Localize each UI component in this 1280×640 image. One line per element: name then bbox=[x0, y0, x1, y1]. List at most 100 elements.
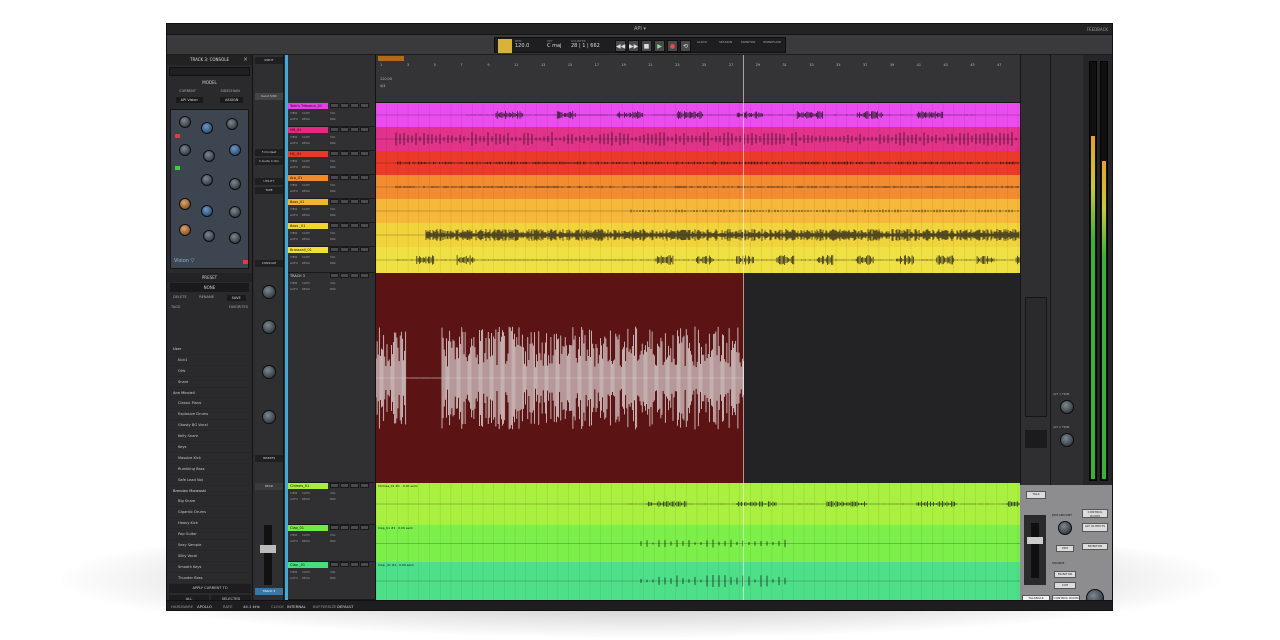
solo-button[interactable] bbox=[350, 127, 359, 132]
track-field-label[interactable]: READ bbox=[302, 213, 310, 217]
mute-button[interactable] bbox=[340, 483, 349, 488]
mute-button[interactable] bbox=[340, 562, 349, 567]
track-buttons[interactable] bbox=[330, 483, 375, 489]
track-field-label[interactable]: AUTO bbox=[290, 237, 298, 241]
solo-button[interactable] bbox=[350, 103, 359, 108]
track-field-label[interactable]: CLIPS bbox=[302, 281, 310, 285]
record-arm-button[interactable] bbox=[330, 175, 339, 180]
hardware-value[interactable]: APOLLO bbox=[197, 604, 212, 609]
counter-display[interactable]: COUNTER 28 | 1 | 662 bbox=[571, 39, 609, 53]
track-field-label[interactable]: CLIPS bbox=[302, 255, 310, 259]
track-field-label[interactable]: VOL bbox=[330, 255, 336, 259]
play-button[interactable]: ▶ bbox=[654, 40, 665, 52]
favorites-label[interactable]: FAVORITES bbox=[229, 305, 248, 309]
track-buttons[interactable] bbox=[330, 199, 375, 205]
preset-item[interactable]: Big Snare bbox=[170, 496, 250, 508]
track-name[interactable]: Bass _01 bbox=[288, 223, 328, 229]
solo-button[interactable] bbox=[350, 483, 359, 488]
preset-item[interactable]: Keys bbox=[170, 442, 250, 453]
track-field-label[interactable]: VOL bbox=[330, 135, 336, 139]
track-name[interactable]: Brasscall_01 bbox=[288, 247, 328, 253]
track-field-label[interactable]: VOL bbox=[330, 159, 336, 163]
track-field-label[interactable]: AUTO bbox=[290, 497, 298, 501]
input-monitor-button[interactable] bbox=[360, 562, 369, 567]
track-field-label[interactable]: READ bbox=[302, 189, 310, 193]
record-arm-button[interactable] bbox=[330, 483, 339, 488]
loop-region[interactable] bbox=[378, 56, 404, 61]
insert-slot[interactable]: C-Suite C-Vox bbox=[255, 158, 283, 165]
loop-button[interactable]: ⟲ bbox=[680, 40, 691, 52]
read-button[interactable]: READ bbox=[255, 483, 283, 490]
preset-item[interactable]: Thunder Bass bbox=[170, 573, 250, 584]
mute-button[interactable] bbox=[340, 151, 349, 156]
track-lane[interactable]: Clap _01 #1 · 0.00 semi bbox=[376, 562, 1020, 600]
track-field-label[interactable]: CLIPS bbox=[302, 231, 310, 235]
input-monitor-button[interactable] bbox=[360, 247, 369, 252]
record-button[interactable]: ● bbox=[667, 40, 678, 52]
plugin-knob[interactable] bbox=[229, 232, 241, 244]
track-buttons[interactable] bbox=[330, 151, 375, 157]
track-field-label[interactable]: AUTO bbox=[290, 141, 298, 145]
talk-button[interactable]: TALK bbox=[1026, 491, 1046, 499]
close-icon[interactable]: × bbox=[243, 55, 248, 65]
track-field-label[interactable]: PAN bbox=[330, 576, 336, 580]
rate-value[interactable]: 44.1 kHz bbox=[243, 604, 260, 609]
volume-fader[interactable] bbox=[260, 545, 276, 553]
track-name[interactable]: Clap_01 bbox=[288, 525, 328, 531]
solo-button[interactable] bbox=[350, 273, 359, 278]
track-field-label[interactable]: PAN bbox=[330, 213, 336, 217]
track-field-label[interactable]: PAN bbox=[330, 261, 336, 265]
track-name[interactable]: HH_01 bbox=[288, 127, 328, 133]
track-field-label[interactable]: VIEW bbox=[290, 111, 297, 115]
track-field-label[interactable]: AUTO bbox=[290, 213, 298, 217]
plugin-knob[interactable] bbox=[226, 118, 238, 130]
insert-slot[interactable]: F-Drv4sat bbox=[255, 149, 283, 156]
solo-button[interactable] bbox=[350, 223, 359, 228]
track-header[interactable]: Tom's Tribeaux_01 VIEW CLIPS VOL AUTO READ PAN bbox=[288, 103, 376, 127]
track-buttons[interactable] bbox=[330, 525, 375, 531]
track-field-label[interactable]: VIEW bbox=[290, 281, 297, 285]
plugin-knob[interactable] bbox=[179, 198, 191, 210]
track-field-label[interactable]: VOL bbox=[330, 231, 336, 235]
eq-knob[interactable] bbox=[262, 320, 276, 334]
track-field-label[interactable]: PAN bbox=[330, 141, 336, 145]
preset-item[interactable]: Heavy Kick bbox=[170, 518, 250, 530]
track-field-label[interactable]: CLIPS bbox=[302, 533, 310, 537]
track-field-label[interactable]: CLIPS bbox=[302, 135, 310, 139]
input-monitor-button[interactable] bbox=[360, 127, 369, 132]
input-monitor-button[interactable] bbox=[360, 483, 369, 488]
monitor-button[interactable]: MONITOR bbox=[1082, 543, 1108, 550]
output-knob[interactable] bbox=[262, 410, 276, 424]
buffer-value[interactable]: DEFAULT bbox=[337, 604, 353, 609]
preset-item[interactable]: Gigantic Drums bbox=[170, 507, 250, 519]
track-field-label[interactable]: VIEW bbox=[290, 255, 297, 259]
track-field-label[interactable]: PAN bbox=[330, 287, 336, 291]
track-field-label[interactable]: AUTO bbox=[290, 539, 298, 543]
track-lane[interactable] bbox=[376, 151, 1020, 175]
record-arm-button[interactable] bbox=[330, 151, 339, 156]
track-field-label[interactable]: READ bbox=[302, 539, 310, 543]
track-field-label[interactable]: READ bbox=[302, 287, 310, 291]
track-field-label[interactable]: CLIPS bbox=[302, 207, 310, 211]
plugin-knob[interactable] bbox=[179, 224, 191, 236]
track-field-label[interactable]: READ bbox=[302, 497, 310, 501]
track-field-label[interactable]: READ bbox=[302, 165, 310, 169]
preset-item[interactable]: Classic Piano bbox=[170, 398, 250, 410]
arrangement-lanes[interactable]: Chimes_01 #1 · 0.00 semi Clap_01 #1 · 0.0… bbox=[376, 103, 1020, 600]
preset-item[interactable]: Explosive Drums bbox=[170, 409, 250, 421]
track-field-label[interactable]: PAN bbox=[330, 165, 336, 169]
track-lane[interactable] bbox=[376, 223, 1020, 247]
track-field-label[interactable]: PAN bbox=[330, 539, 336, 543]
search-input[interactable] bbox=[169, 67, 250, 76]
plugin-knob[interactable] bbox=[229, 206, 241, 218]
current-tab[interactable]: CURRENT bbox=[179, 89, 196, 93]
input-monitor-button[interactable] bbox=[360, 525, 369, 530]
delete-button[interactable]: DELETE bbox=[173, 295, 186, 301]
save-button[interactable]: SAVE bbox=[226, 295, 246, 301]
input-monitor-button[interactable] bbox=[360, 175, 369, 180]
track-header[interactable]: Arp_01 VIEW CLIPS VOL AUTO READ PAN bbox=[288, 175, 376, 199]
solo-button[interactable] bbox=[350, 562, 359, 567]
track-field-label[interactable]: AUTO bbox=[290, 189, 298, 193]
monitor-source-button[interactable]: MONITOR bbox=[1054, 571, 1076, 578]
track-field-label[interactable]: VOL bbox=[330, 491, 336, 495]
